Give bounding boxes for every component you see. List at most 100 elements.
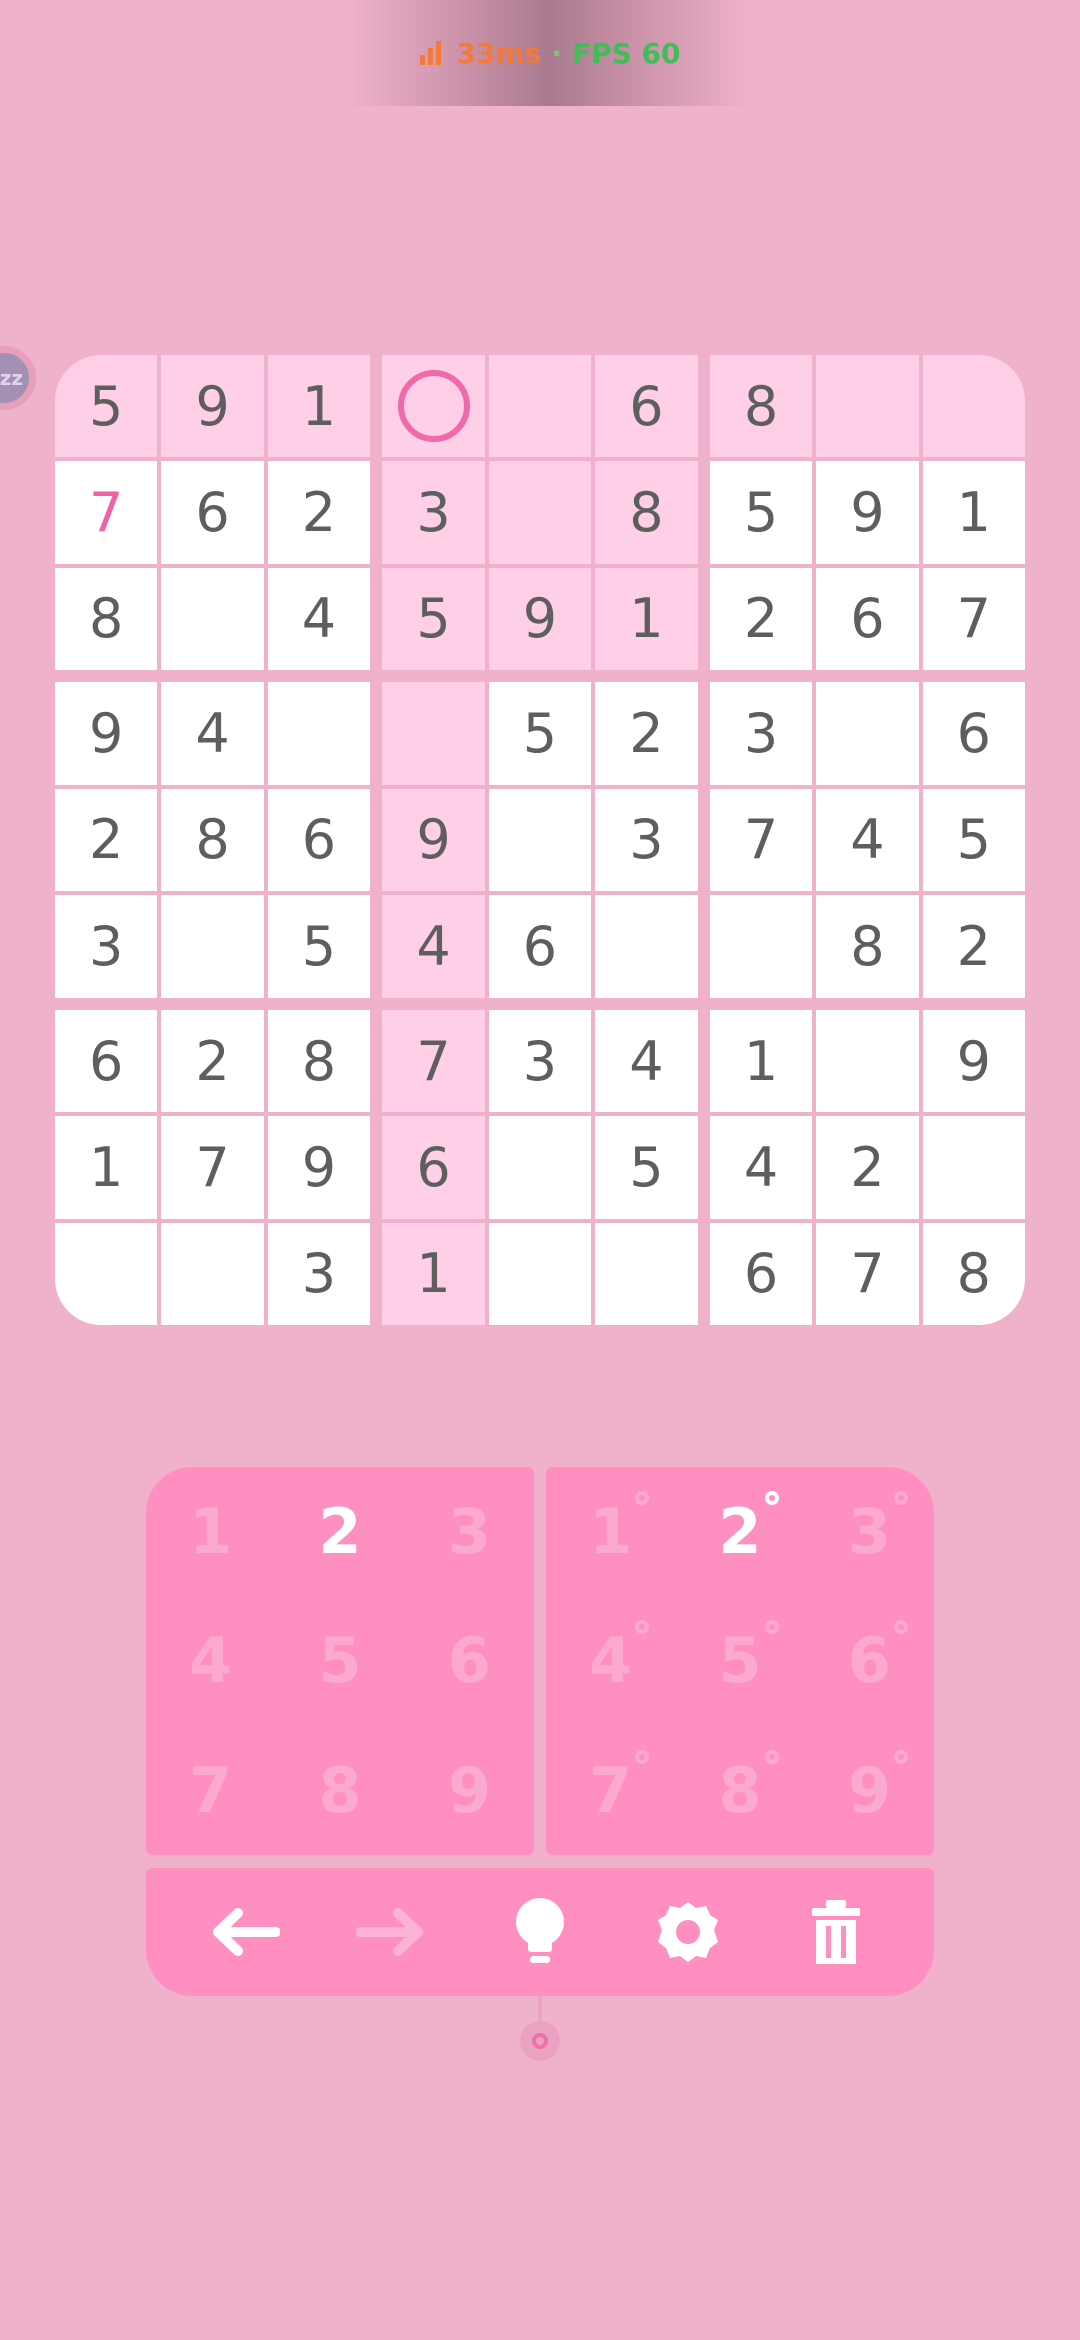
sudoku-cell-r8-c4[interactable]: 6 xyxy=(382,1116,485,1219)
number-key-4[interactable]: 4 xyxy=(146,1596,275,1725)
sudoku-cell-r2-c7[interactable]: 5 xyxy=(709,461,813,564)
sudoku-cell-r3-c7[interactable]: 2 xyxy=(709,567,813,671)
sudoku-cell-r1-c8[interactable] xyxy=(816,355,919,458)
sudoku-cell-r8-c6[interactable]: 5 xyxy=(595,1116,698,1219)
sudoku-cell-r8-c9[interactable] xyxy=(922,1116,1025,1219)
sudoku-cell-r6-c6[interactable] xyxy=(595,895,698,998)
sudoku-cell-r6-c8[interactable]: 8 xyxy=(816,895,919,998)
sudoku-cell-r1-c6[interactable]: 6 xyxy=(595,355,698,458)
sudoku-cell-r7-c7[interactable]: 1 xyxy=(709,1009,813,1113)
redo-button[interactable] xyxy=(347,1887,437,1977)
sudoku-cell-r3-c4[interactable]: 5 xyxy=(382,567,485,671)
sudoku-cell-r1-c4[interactable] xyxy=(382,355,485,458)
sudoku-cell-r4-c1[interactable]: 9 xyxy=(55,682,158,785)
sudoku-cell-r6-c5[interactable]: 6 xyxy=(488,895,592,998)
sudoku-cell-r4-c6[interactable]: 2 xyxy=(595,682,698,785)
sudoku-cell-r5-c8[interactable]: 4 xyxy=(816,788,919,892)
sudoku-cell-r6-c3[interactable]: 5 xyxy=(267,895,371,998)
sudoku-cell-r6-c4[interactable]: 4 xyxy=(382,895,485,998)
sudoku-cell-r8-c1[interactable]: 1 xyxy=(55,1116,158,1219)
sudoku-cell-r5-c6[interactable]: 3 xyxy=(595,788,698,892)
sudoku-cell-r9-c7[interactable]: 6 xyxy=(709,1222,813,1325)
sudoku-cell-r3-c5[interactable]: 9 xyxy=(488,567,592,671)
sudoku-cell-r6-c9[interactable]: 2 xyxy=(922,895,1025,998)
number-key-3[interactable]: 3 xyxy=(405,1467,534,1596)
sudoku-cell-r7-c3[interactable]: 8 xyxy=(267,1009,371,1113)
notes-key-7[interactable]: 7 xyxy=(546,1726,675,1855)
sudoku-cell-r6-c1[interactable]: 3 xyxy=(55,895,158,998)
number-key-7[interactable]: 7 xyxy=(146,1726,275,1855)
sudoku-cell-r9-c4[interactable]: 1 xyxy=(382,1222,485,1325)
sudoku-cell-r2-c5[interactable] xyxy=(488,461,592,564)
sudoku-cell-r3-c9[interactable]: 7 xyxy=(922,567,1025,671)
notes-key-6[interactable]: 6 xyxy=(805,1596,934,1725)
sudoku-cell-r1-c5[interactable] xyxy=(488,355,592,458)
sudoku-cell-r5-c3[interactable]: 6 xyxy=(267,788,371,892)
sudoku-cell-r8-c2[interactable]: 7 xyxy=(161,1116,264,1219)
undo-button[interactable] xyxy=(199,1887,289,1977)
sudoku-cell-r5-c2[interactable]: 8 xyxy=(161,788,264,892)
sudoku-cell-r9-c3[interactable]: 3 xyxy=(267,1222,371,1325)
sudoku-cell-r8-c7[interactable]: 4 xyxy=(709,1116,813,1219)
notes-key-8[interactable]: 8 xyxy=(675,1726,804,1855)
sudoku-cell-r4-c5[interactable]: 5 xyxy=(488,682,592,785)
notes-key-9[interactable]: 9 xyxy=(805,1726,934,1855)
floating-sleep-bubble[interactable]: zz xyxy=(0,346,36,410)
sudoku-cell-r7-c5[interactable]: 3 xyxy=(488,1009,592,1113)
erase-button[interactable] xyxy=(791,1887,881,1977)
number-key-1[interactable]: 1 xyxy=(146,1467,275,1596)
sudoku-cell-r2-c8[interactable]: 9 xyxy=(816,461,919,564)
sudoku-cell-r8-c3[interactable]: 9 xyxy=(267,1116,371,1219)
number-key-8[interactable]: 8 xyxy=(275,1726,404,1855)
sudoku-cell-r9-c1[interactable] xyxy=(55,1222,158,1325)
sudoku-cell-r3-c8[interactable]: 6 xyxy=(816,567,919,671)
number-key-5[interactable]: 5 xyxy=(275,1596,404,1725)
sudoku-cell-r7-c4[interactable]: 7 xyxy=(382,1009,485,1113)
sudoku-cell-r7-c2[interactable]: 2 xyxy=(161,1009,264,1113)
sudoku-cell-r7-c9[interactable]: 9 xyxy=(922,1009,1025,1113)
sudoku-cell-r2-c9[interactable]: 1 xyxy=(922,461,1025,564)
sudoku-cell-r7-c6[interactable]: 4 xyxy=(595,1009,698,1113)
sudoku-cell-r1-c7[interactable]: 8 xyxy=(709,355,813,458)
sudoku-cell-r5-c9[interactable]: 5 xyxy=(922,788,1025,892)
settings-button[interactable] xyxy=(643,1887,733,1977)
sudoku-cell-r5-c5[interactable] xyxy=(488,788,592,892)
hint-button[interactable] xyxy=(495,1887,585,1977)
number-key-9[interactable]: 9 xyxy=(405,1726,534,1855)
notes-key-2[interactable]: 2 xyxy=(675,1467,804,1596)
sudoku-cell-r8-c8[interactable]: 2 xyxy=(816,1116,919,1219)
sudoku-cell-r7-c8[interactable] xyxy=(816,1009,919,1113)
sudoku-cell-r1-c9[interactable] xyxy=(922,355,1025,458)
sudoku-cell-r3-c1[interactable]: 8 xyxy=(55,567,158,671)
sudoku-cell-r9-c2[interactable] xyxy=(161,1222,264,1325)
sudoku-cell-r9-c8[interactable]: 7 xyxy=(816,1222,919,1325)
sudoku-cell-r4-c9[interactable]: 6 xyxy=(922,682,1025,785)
sudoku-cell-r1-c3[interactable]: 1 xyxy=(267,355,371,458)
number-key-2[interactable]: 2 xyxy=(275,1467,404,1596)
sudoku-cell-r2-c2[interactable]: 6 xyxy=(161,461,264,564)
sudoku-cell-r7-c1[interactable]: 6 xyxy=(55,1009,158,1113)
sudoku-cell-r9-c5[interactable] xyxy=(488,1222,592,1325)
sudoku-cell-r9-c9[interactable]: 8 xyxy=(922,1222,1025,1325)
sudoku-cell-r6-c2[interactable] xyxy=(161,895,264,998)
sudoku-cell-r3-c2[interactable] xyxy=(161,567,264,671)
notes-key-4[interactable]: 4 xyxy=(546,1596,675,1725)
notes-key-1[interactable]: 1 xyxy=(546,1467,675,1596)
notes-key-3[interactable]: 3 xyxy=(805,1467,934,1596)
sudoku-cell-r5-c4[interactable]: 9 xyxy=(382,788,485,892)
sudoku-cell-r4-c3[interactable] xyxy=(267,682,371,785)
sudoku-cell-r2-c6[interactable]: 8 xyxy=(595,461,698,564)
sudoku-cell-r6-c7[interactable] xyxy=(709,895,813,998)
notes-key-5[interactable]: 5 xyxy=(675,1596,804,1725)
sudoku-cell-r4-c2[interactable]: 4 xyxy=(161,682,264,785)
number-key-6[interactable]: 6 xyxy=(405,1596,534,1725)
drag-handle[interactable] xyxy=(520,2021,560,2061)
sudoku-cell-r3-c6[interactable]: 1 xyxy=(595,567,698,671)
sudoku-cell-r5-c1[interactable]: 2 xyxy=(55,788,158,892)
sudoku-cell-r1-c2[interactable]: 9 xyxy=(161,355,264,458)
sudoku-cell-r2-c1[interactable]: 7 xyxy=(55,461,158,564)
sudoku-cell-r3-c3[interactable]: 4 xyxy=(267,567,371,671)
sudoku-cell-r2-c3[interactable]: 2 xyxy=(267,461,371,564)
sudoku-cell-r4-c8[interactable] xyxy=(816,682,919,785)
sudoku-cell-r5-c7[interactable]: 7 xyxy=(709,788,813,892)
